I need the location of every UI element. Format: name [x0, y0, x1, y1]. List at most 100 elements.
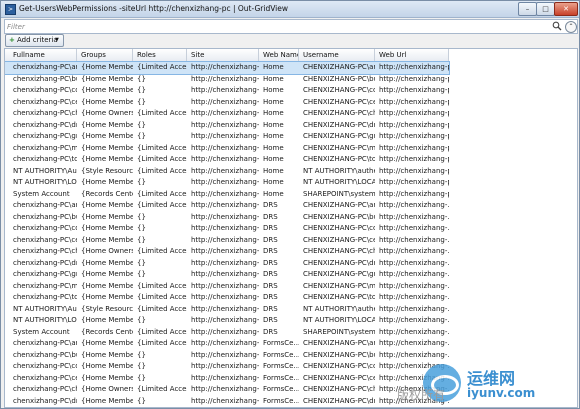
- column-header-fullname[interactable]: Fullname: [9, 49, 77, 61]
- cell-web-url: http://chenxizhang-...: [379, 235, 449, 244]
- close-button[interactable]: ✕: [554, 2, 578, 16]
- maximize-button[interactable]: □: [536, 2, 555, 16]
- cell-web-url: http://chenxizhang-...: [379, 247, 449, 255]
- cell-web-name: DRS: [263, 293, 278, 301]
- criteria-bar: + Add criteria ▼: [1, 34, 579, 47]
- cell-site: http://chenxizhang-pc: [191, 281, 259, 290]
- cell-fullname: chenxizhang-PC\ceo: [13, 97, 77, 106]
- table-row[interactable]: NT AUTHORITY\Au... {Style Resource... {Lim…: [5, 304, 449, 316]
- cell-fullname: chenxizhang-PC\bu: [13, 350, 77, 359]
- table-row[interactable]: chenxizhang-PC\bu {Home Members} {} http://…: [5, 212, 449, 224]
- cell-roles: {}: [137, 212, 146, 221]
- cell-fullname: chenxizhang-PC\dm: [13, 120, 77, 129]
- cell-groups: {Home Members}: [81, 281, 133, 290]
- cell-fullname: chenxizhang-PC\ch...: [13, 247, 77, 255]
- cell-web-url: http://chenxizhang-...: [379, 339, 449, 347]
- cell-username: CHENXIZHANG-PC\gm: [303, 270, 375, 278]
- column-header-web-url[interactable]: Web Url: [375, 49, 449, 61]
- cell-username: CHENXIZHANG-PC\m...: [303, 281, 375, 290]
- minimize-button[interactable]: –: [518, 2, 537, 16]
- column-header-roles[interactable]: Roles: [133, 49, 187, 61]
- table-row[interactable]: NT AUTHORITY\Au... {Style Resource... {Lim…: [5, 166, 449, 178]
- cell-web-url: http://chenxizhang-...: [379, 304, 449, 313]
- table-row[interactable]: chenxizhang-PC\to... {Home Members} {Limit…: [5, 292, 449, 304]
- cell-web-name: Home: [263, 109, 284, 117]
- table-row[interactable]: chenxizhang-PC\m... {Home Members} {Limite…: [5, 143, 449, 155]
- table-row[interactable]: chenxizhang-PC\bu {Home Members} {} http://…: [5, 350, 449, 362]
- cell-roles: {Limited Access}: [137, 339, 187, 347]
- collapse-icon[interactable]: ⌃: [565, 21, 577, 33]
- table-row[interactable]: chenxizhang-PC\ch... {Home Owners,... {Lim…: [5, 108, 449, 120]
- cell-web-url: http://chenxizhang-...: [379, 316, 449, 324]
- title-bar[interactable]: > Get-UsersWebPermissions -siteUrl http:…: [1, 1, 579, 18]
- cell-web-name: DRS: [263, 304, 278, 313]
- table-row[interactable]: chenxizhang-PC\ares {Home Members} {Limite…: [5, 61, 450, 75]
- cell-site: http://chenxizhang-pc: [191, 109, 259, 117]
- table-row[interactable]: chenxizhang-PC\gm {Home Members} {} http://…: [5, 269, 449, 281]
- table-row[interactable]: chenxizhang-PC\ch... {Home Owners,... {Lim…: [5, 384, 449, 396]
- column-header-username[interactable]: Username: [299, 49, 375, 61]
- table-row[interactable]: chenxizhang-PC\gm {Home Members} {} http://…: [5, 131, 449, 143]
- column-header-site[interactable]: Site: [187, 49, 259, 61]
- cell-username: CHENXIZHANG-PC\ch...: [303, 385, 375, 393]
- cell-web-name: DRS: [263, 247, 278, 255]
- plus-icon: +: [9, 36, 15, 44]
- cell-web-name: DRS: [263, 201, 278, 209]
- table-row[interactable]: chenxizhang-PC\dm {Home Members} {} http://…: [5, 120, 449, 132]
- table-row[interactable]: chenxizhang-PC\ceo {Home Members} {} http:/…: [5, 235, 449, 247]
- cell-groups: {Home Owners,...: [81, 385, 133, 393]
- table-row[interactable]: chenxizhang-PC\cd {Home Members} {} http://…: [5, 361, 449, 373]
- cell-roles: {Limited Access}: [137, 281, 187, 290]
- cell-groups: {Home Members}: [81, 270, 133, 278]
- table-row[interactable]: chenxizhang-PC\cd {Home Members} {} http://…: [5, 223, 449, 235]
- table-row[interactable]: chenxizhang-PC\ares {Home Members} {Limite…: [5, 200, 449, 212]
- cell-username: CHENXIZHANG-PC\m...: [303, 143, 375, 152]
- out-gridview-window: > Get-UsersWebPermissions -siteUrl http:…: [0, 0, 580, 409]
- table-row[interactable]: chenxizhang-PC\ares {Home Members} {Limite…: [5, 338, 449, 350]
- cell-groups: {Home Members}: [81, 143, 133, 152]
- table-row[interactable]: chenxizhang-PC\m... {Home Members} {Limite…: [5, 281, 449, 293]
- column-header-web-name[interactable]: Web Name: [259, 49, 299, 61]
- table-row[interactable]: chenxizhang-PC\to... {Home Members} {Limit…: [5, 154, 449, 166]
- cell-web-name: Home: [263, 120, 284, 129]
- cell-web-name: Home: [263, 178, 284, 186]
- table-row[interactable]: chenxizhang-PC\ceo {Home Members} {} http:/…: [5, 97, 449, 109]
- cell-username: CHENXIZHANG-PC\bu: [303, 74, 375, 83]
- table-row[interactable]: System Account {Records Cente... {Limited …: [5, 327, 449, 339]
- cell-site: http://chenxizhang-pc: [191, 86, 259, 94]
- table-row[interactable]: chenxizhang-PC\dm {Home Members} {} http://…: [5, 258, 449, 270]
- cell-username: CHENXIZHANG-PC\tom: [303, 293, 375, 301]
- results-grid[interactable]: Fullname Groups Roles Site Web Name User…: [4, 48, 578, 408]
- cell-site: http://chenxizhang-pc: [191, 304, 259, 313]
- cell-web-url: http://chenxizhang-...: [379, 281, 449, 290]
- cell-web-name: DRS: [263, 327, 278, 336]
- cell-username: CHENXIZHANG-PC\dm: [303, 120, 375, 129]
- cell-groups: {Style Resource...: [81, 304, 133, 313]
- cell-web-name: DRS: [263, 270, 278, 278]
- cell-groups: {Home Members}: [81, 235, 133, 244]
- cell-roles: {}: [137, 258, 146, 267]
- add-criteria-button[interactable]: + Add criteria ▼: [5, 34, 64, 47]
- cell-site: http://chenxizhang-pc: [191, 132, 259, 140]
- filter-input[interactable]: [7, 20, 547, 33]
- column-header-groups[interactable]: Groups: [77, 49, 133, 61]
- search-icon[interactable]: [552, 21, 562, 31]
- cell-fullname: NT AUTHORITY\LO...: [13, 178, 77, 186]
- table-row[interactable]: chenxizhang-PC\ceo {Home Members} {} http:/…: [5, 373, 449, 385]
- cell-web-name: DRS: [263, 224, 278, 232]
- table-row[interactable]: chenxizhang-PC\bu {Home Members} {} http://…: [5, 74, 449, 86]
- watermark-domain: iyunv.com: [467, 386, 536, 400]
- cell-web-url: http://chenxizhang-pc: [379, 86, 449, 94]
- cell-web-url: http://chenxizhang-...: [379, 201, 449, 209]
- cell-web-name: FormsCe...: [263, 373, 299, 382]
- table-row[interactable]: chenxizhang-PC\dm {Home Members} {} http://…: [5, 396, 449, 408]
- cell-roles: {Limited Access}: [137, 201, 187, 209]
- table-row[interactable]: NT AUTHORITY\LO... {Home Members} {} http:/…: [5, 315, 449, 327]
- table-row[interactable]: System Account {Records Cente... {Limited …: [5, 189, 449, 201]
- table-row[interactable]: NT AUTHORITY\LO... {Home Members} {} http:/…: [5, 177, 449, 189]
- cell-username: CHENXIZHANG-PC\ceo: [303, 97, 375, 106]
- table-row[interactable]: chenxizhang-PC\cd {Home Members} {} http://…: [5, 85, 449, 97]
- cell-roles: {}: [137, 235, 146, 244]
- cell-web-url: http://chenxizhang-pc: [379, 109, 449, 117]
- table-row[interactable]: chenxizhang-PC\ch... {Home Owners,... {Lim…: [5, 246, 449, 258]
